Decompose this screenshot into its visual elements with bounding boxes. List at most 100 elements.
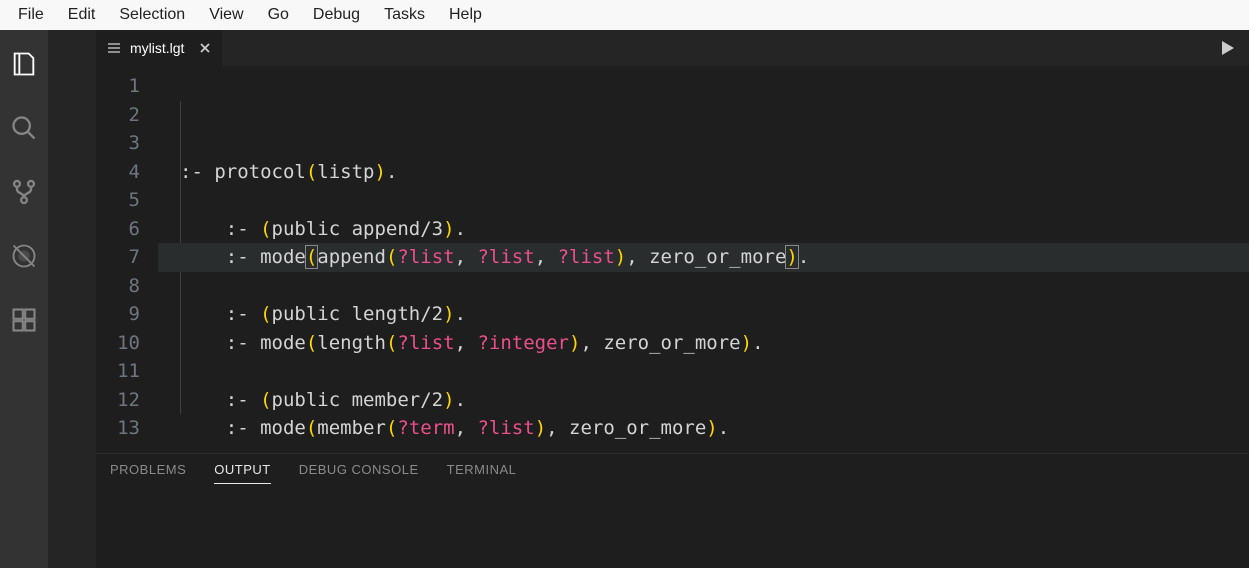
line-number: 11 — [96, 357, 140, 386]
token-id: public member/2 — [272, 389, 444, 411]
line-number: 5 — [96, 186, 140, 215]
line-number: 6 — [96, 215, 140, 244]
code-line[interactable]: :- (public member/2). — [158, 386, 1249, 415]
code-line[interactable]: :- mode(member(?term, ?list), zero_or_mo… — [158, 414, 1249, 443]
explorer-icon[interactable] — [0, 40, 48, 88]
token-id: protocol — [214, 161, 306, 183]
code-line[interactable] — [158, 272, 1249, 301]
main-area: mylist.lgt 12345678910111213 :- protocol… — [0, 30, 1249, 568]
line-number: 2 — [96, 101, 140, 130]
token-op: , — [455, 246, 478, 268]
token-id: public length/2 — [272, 303, 444, 325]
code-line[interactable]: :- (public length/2). — [158, 300, 1249, 329]
token-id: , zero_or_more — [626, 246, 786, 268]
token-op: :- — [180, 161, 214, 183]
menu-file[interactable]: File — [6, 2, 56, 28]
code-content[interactable]: :- protocol(listp). :- (public append/3)… — [158, 66, 1249, 453]
panel-body[interactable] — [96, 484, 1249, 568]
token-op: :- — [180, 417, 260, 439]
menu-help[interactable]: Help — [437, 2, 494, 28]
code-line[interactable] — [158, 443, 1249, 454]
code-editor[interactable]: 12345678910111213 :- protocol(listp). :-… — [96, 66, 1249, 453]
line-number: 1 — [96, 72, 140, 101]
token-paren-hl: ) — [785, 245, 798, 269]
token-paren: ) — [443, 389, 454, 411]
token-paren: ) — [443, 218, 454, 240]
line-number: 12 — [96, 386, 140, 415]
editor-tabs: mylist.lgt — [96, 30, 1249, 66]
editor-group: mylist.lgt 12345678910111213 :- protocol… — [96, 30, 1249, 568]
token-op: . — [718, 417, 729, 439]
line-number: 4 — [96, 158, 140, 187]
panel-tab-output[interactable]: OUTPUT — [214, 462, 270, 484]
code-line[interactable] — [158, 357, 1249, 386]
panel-tab-debug-console[interactable]: DEBUG CONSOLE — [299, 462, 419, 484]
token-id: mode — [260, 417, 306, 439]
activity-bar — [0, 30, 48, 568]
code-line[interactable] — [158, 186, 1249, 215]
line-number-gutter: 12345678910111213 — [96, 66, 158, 453]
line-number: 10 — [96, 329, 140, 358]
debug-icon[interactable] — [0, 232, 48, 280]
panel-tab-terminal[interactable]: TERMINAL — [447, 462, 517, 484]
code-line[interactable]: :- protocol(listp). — [158, 158, 1249, 187]
token-paren: ( — [306, 161, 317, 183]
menu-view[interactable]: View — [197, 2, 255, 28]
token-id: length — [317, 332, 386, 354]
token-op: . — [752, 332, 763, 354]
tab-label: mylist.lgt — [130, 40, 184, 56]
token-var: ?integer — [477, 332, 569, 354]
token-paren: ) — [741, 332, 752, 354]
token-paren: ( — [306, 332, 317, 354]
code-line[interactable]: :- (public append/3). — [158, 215, 1249, 244]
token-op: :- — [180, 246, 260, 268]
token-var: ?list — [397, 246, 454, 268]
token-op: :- — [180, 389, 260, 411]
run-icon[interactable] — [1217, 38, 1237, 58]
menu-debug[interactable]: Debug — [301, 2, 372, 28]
menu-selection[interactable]: Selection — [107, 2, 197, 28]
token-paren: ( — [260, 303, 271, 325]
search-icon[interactable] — [0, 104, 48, 152]
token-id: mode — [260, 332, 306, 354]
token-op: . — [386, 161, 397, 183]
close-icon[interactable] — [198, 41, 212, 55]
bottom-panel: PROBLEMS OUTPUT DEBUG CONSOLE TERMINAL — [96, 453, 1249, 568]
token-op: :- — [180, 218, 260, 240]
line-number: 13 — [96, 414, 140, 443]
side-panel — [48, 30, 96, 568]
token-paren: ) — [615, 246, 626, 268]
tab-mylist[interactable]: mylist.lgt — [96, 30, 222, 66]
token-op: . — [798, 246, 809, 268]
token-var: ?list — [477, 417, 534, 439]
token-paren: ( — [306, 417, 317, 439]
menu-go[interactable]: Go — [256, 2, 301, 28]
code-line[interactable]: :- mode(length(?list, ?integer), zero_or… — [158, 329, 1249, 358]
panel-tabs: PROBLEMS OUTPUT DEBUG CONSOLE TERMINAL — [96, 454, 1249, 484]
token-id: member — [317, 417, 386, 439]
code-line[interactable]: :- mode(append(?list, ?list, ?list), zer… — [158, 243, 1249, 272]
token-op: , — [455, 332, 478, 354]
source-control-icon[interactable] — [0, 168, 48, 216]
token-id: public append/3 — [272, 218, 444, 240]
menu-tasks[interactable]: Tasks — [372, 2, 437, 28]
token-id: append — [317, 246, 386, 268]
token-paren: ( — [386, 246, 397, 268]
panel-tab-problems[interactable]: PROBLEMS — [110, 462, 186, 484]
token-var: ?term — [397, 417, 454, 439]
token-id: mode — [260, 246, 306, 268]
extensions-icon[interactable] — [0, 296, 48, 344]
token-id: , zero_or_more — [546, 417, 706, 439]
token-paren: ) — [706, 417, 717, 439]
line-number: 9 — [96, 300, 140, 329]
token-paren: ( — [386, 417, 397, 439]
menubar: FileEditSelectionViewGoDebugTasksHelp — [0, 0, 1249, 30]
token-var: ?list — [477, 246, 534, 268]
token-paren: ( — [386, 332, 397, 354]
menu-edit[interactable]: Edit — [56, 2, 108, 28]
token-op: . — [455, 303, 466, 325]
token-op: :- — [180, 332, 260, 354]
token-op: . — [455, 389, 466, 411]
line-number: 8 — [96, 272, 140, 301]
token-id: listp — [317, 161, 374, 183]
